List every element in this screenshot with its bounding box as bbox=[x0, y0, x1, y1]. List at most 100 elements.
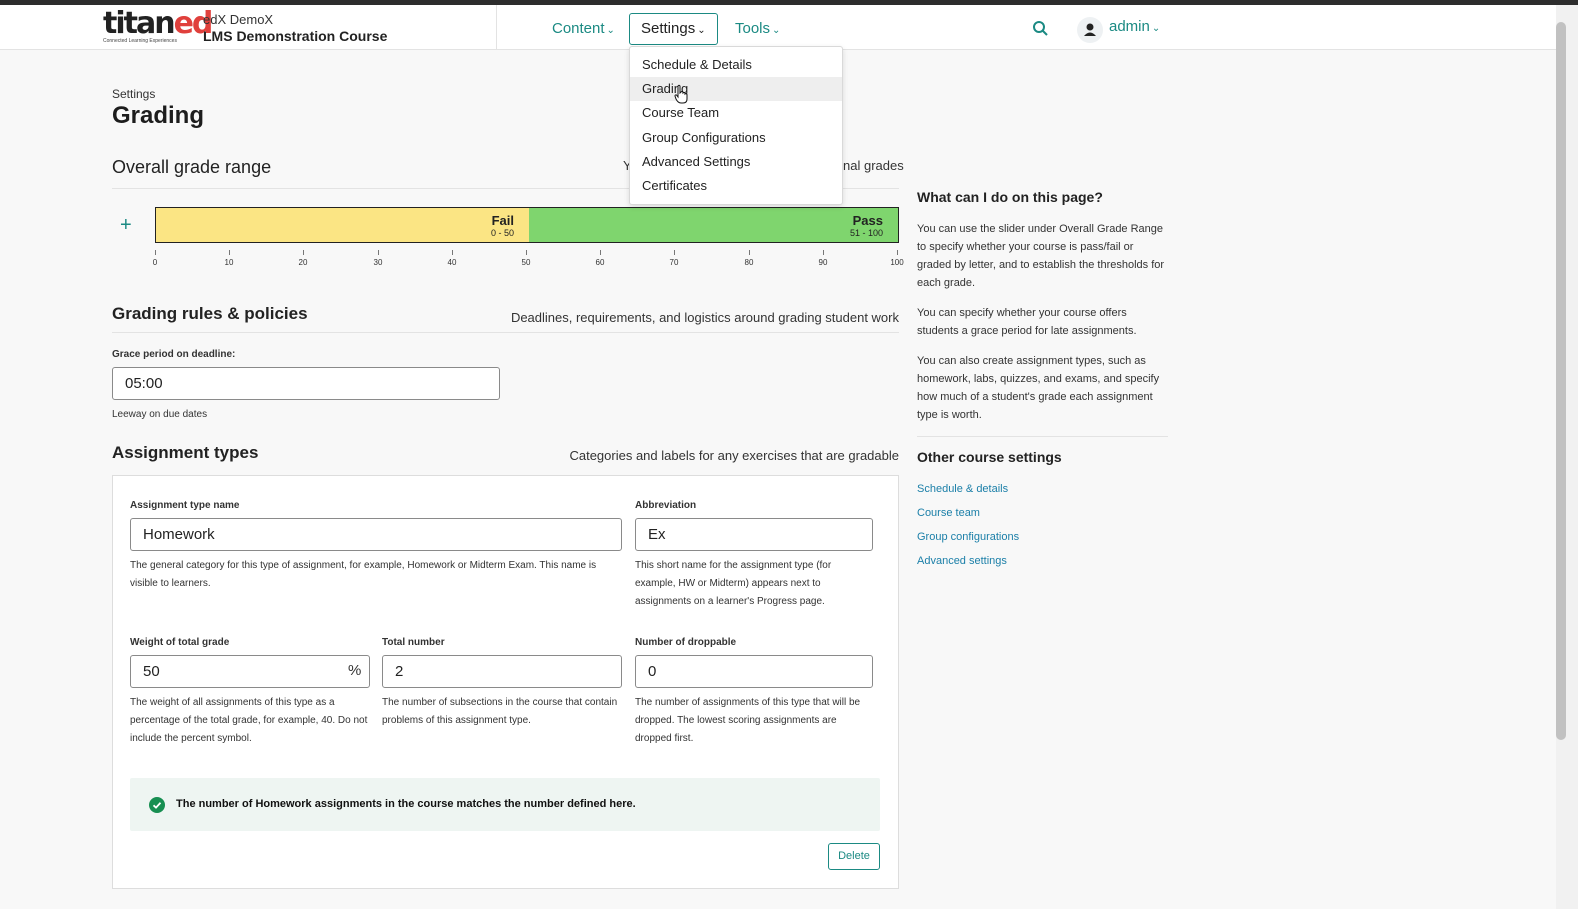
axis-tick-label: 0 bbox=[152, 258, 158, 267]
nav-tools-label: Tools bbox=[735, 20, 771, 37]
grace-period-input[interactable] bbox=[112, 367, 500, 400]
weight-help: The weight of all assignments of this ty… bbox=[130, 697, 368, 744]
grade-range-axis: 0 10 20 30 40 50 60 70 80 90 100 bbox=[152, 250, 904, 270]
axis-tick bbox=[155, 250, 156, 255]
chevron-down-icon: ⌄ bbox=[1151, 23, 1161, 34]
other-settings-title: Other course settings bbox=[917, 449, 1062, 465]
axis-tick bbox=[526, 250, 527, 255]
check-circle-icon bbox=[149, 797, 165, 813]
axis-tick-label: 50 bbox=[521, 258, 531, 267]
link-schedule-details[interactable]: Schedule & details bbox=[917, 483, 1008, 495]
link-group-configurations[interactable]: Group configurations bbox=[917, 531, 1019, 543]
axis-tick bbox=[229, 250, 230, 255]
total-number-input[interactable] bbox=[382, 655, 622, 688]
menu-item-course-team[interactable]: Course Team bbox=[630, 101, 842, 125]
grace-period-help: Leeway on due dates bbox=[112, 409, 208, 420]
axis-tick bbox=[303, 250, 304, 255]
section-divider bbox=[112, 332, 899, 333]
nav-settings-menu[interactable]: Settings ⌄ bbox=[629, 13, 718, 45]
help-paragraph: You can specify whether your course offe… bbox=[917, 307, 1137, 337]
grade-segment-label: Fail bbox=[491, 213, 514, 228]
nav-content-label: Content bbox=[552, 20, 605, 37]
menu-item-certificates[interactable]: Certificates bbox=[630, 174, 842, 198]
hand-cursor-icon bbox=[674, 84, 688, 104]
droppable-input[interactable] bbox=[635, 655, 873, 688]
settings-dropdown-menu: Schedule & Details Grading Course Team G… bbox=[629, 46, 843, 205]
menu-item-schedule-details[interactable]: Schedule & Details bbox=[630, 53, 842, 77]
axis-tick bbox=[823, 250, 824, 255]
droppable-label: Number of droppable bbox=[635, 637, 737, 648]
assignment-count-notice: The number of Homework assignments in th… bbox=[130, 778, 880, 831]
help-title: What can I do on this page? bbox=[917, 189, 1103, 205]
assignment-types-title: Assignment types bbox=[112, 443, 259, 462]
droppable-help: The number of assignments of this type t… bbox=[635, 697, 861, 744]
axis-tick bbox=[452, 250, 453, 255]
user-menu[interactable]: admin ⌄ bbox=[1109, 18, 1160, 35]
axis-tick-label: 40 bbox=[447, 258, 457, 267]
menu-item-grading[interactable]: Grading bbox=[630, 77, 842, 102]
grade-range-desc-end: nal grades bbox=[843, 158, 904, 173]
grade-segment-range: 51 - 100 bbox=[849, 228, 883, 238]
weight-label: Weight of total grade bbox=[130, 637, 230, 648]
app-header: titaned Connected Learning Experiences e… bbox=[0, 5, 1556, 50]
weight-input[interactable] bbox=[130, 655, 370, 688]
logo-tagline: Connected Learning Experiences bbox=[103, 38, 177, 44]
chevron-down-icon: ⌄ bbox=[772, 25, 781, 36]
grade-segment-label: Pass bbox=[852, 213, 883, 228]
total-number-label: Total number bbox=[382, 637, 445, 648]
course-org: edX DemoX bbox=[203, 12, 274, 27]
page-title: Grading bbox=[112, 102, 205, 129]
add-grade-button[interactable]: + bbox=[120, 214, 132, 237]
logo-text: titan bbox=[103, 6, 176, 41]
axis-tick bbox=[600, 250, 601, 255]
menu-item-advanced-settings[interactable]: Advanced Settings bbox=[630, 150, 842, 174]
help-paragraph: You can use the slider under Overall Gra… bbox=[917, 223, 1165, 289]
user-name-label: admin bbox=[1109, 18, 1150, 35]
search-button[interactable] bbox=[1029, 17, 1053, 41]
nav-content-menu[interactable]: Content ⌄ bbox=[540, 13, 627, 45]
axis-tick bbox=[749, 250, 750, 255]
link-course-team[interactable]: Course team bbox=[917, 507, 980, 519]
help-paragraph: You can also create assignment types, su… bbox=[917, 355, 1160, 421]
axis-tick-label: 10 bbox=[224, 258, 234, 267]
assignment-types-desc: Categories and labels for any exercises … bbox=[569, 448, 899, 463]
abbreviation-input[interactable] bbox=[635, 518, 873, 551]
notice-text: The number of Homework assignments in th… bbox=[176, 798, 636, 810]
assignment-name-help: The general category for this type of as… bbox=[130, 560, 597, 589]
chevron-down-icon: ⌄ bbox=[697, 25, 706, 36]
axis-tick-label: 90 bbox=[818, 258, 828, 267]
axis-tick-label: 70 bbox=[669, 258, 679, 267]
grade-range-slider[interactable]: Fail 0 - 50 Pass 51 - 100 bbox=[155, 207, 899, 243]
course-title: LMS Demonstration Course bbox=[203, 28, 388, 44]
grading-rules-desc: Deadlines, requirements, and logistics a… bbox=[510, 310, 899, 325]
grade-range-title: Overall grade range bbox=[112, 157, 272, 177]
axis-tick-label: 30 bbox=[373, 258, 383, 267]
grade-segment-pass[interactable]: Pass 51 - 100 bbox=[529, 208, 898, 242]
user-avatar[interactable] bbox=[1077, 17, 1103, 43]
grading-rules-title: Grading rules & policies bbox=[112, 304, 308, 323]
chevron-down-icon: ⌄ bbox=[606, 25, 615, 36]
axis-tick bbox=[897, 250, 898, 255]
scrollbar-thumb[interactable] bbox=[1556, 22, 1566, 740]
grade-segment-fail[interactable]: Fail 0 - 50 bbox=[156, 208, 529, 242]
link-advanced-settings[interactable]: Advanced settings bbox=[917, 555, 1007, 567]
total-number-help: The number of subsections in the course … bbox=[382, 697, 618, 726]
nav-tools-menu[interactable]: Tools ⌄ bbox=[723, 13, 792, 45]
titaned-logo[interactable]: titaned Connected Learning Experiences bbox=[103, 6, 213, 47]
user-icon bbox=[1084, 23, 1096, 36]
grace-period-label: Grace period on deadline: bbox=[112, 349, 236, 360]
axis-tick bbox=[378, 250, 379, 255]
abbreviation-help: This short name for the assignment type … bbox=[635, 560, 832, 607]
assignment-name-input[interactable] bbox=[130, 518, 622, 551]
delete-assignment-button[interactable]: Delete bbox=[828, 843, 880, 870]
axis-tick-label: 100 bbox=[890, 258, 904, 267]
search-icon bbox=[1033, 21, 1048, 36]
assignment-name-label: Assignment type name bbox=[130, 500, 240, 511]
menu-item-group-configurations[interactable]: Group Configurations bbox=[630, 126, 842, 150]
breadcrumb[interactable]: Settings bbox=[112, 87, 155, 101]
axis-tick bbox=[674, 250, 675, 255]
header-divider bbox=[496, 5, 497, 50]
axis-tick-label: 80 bbox=[744, 258, 754, 267]
aside-divider bbox=[917, 436, 1168, 437]
nav-settings-label: Settings bbox=[641, 20, 696, 37]
